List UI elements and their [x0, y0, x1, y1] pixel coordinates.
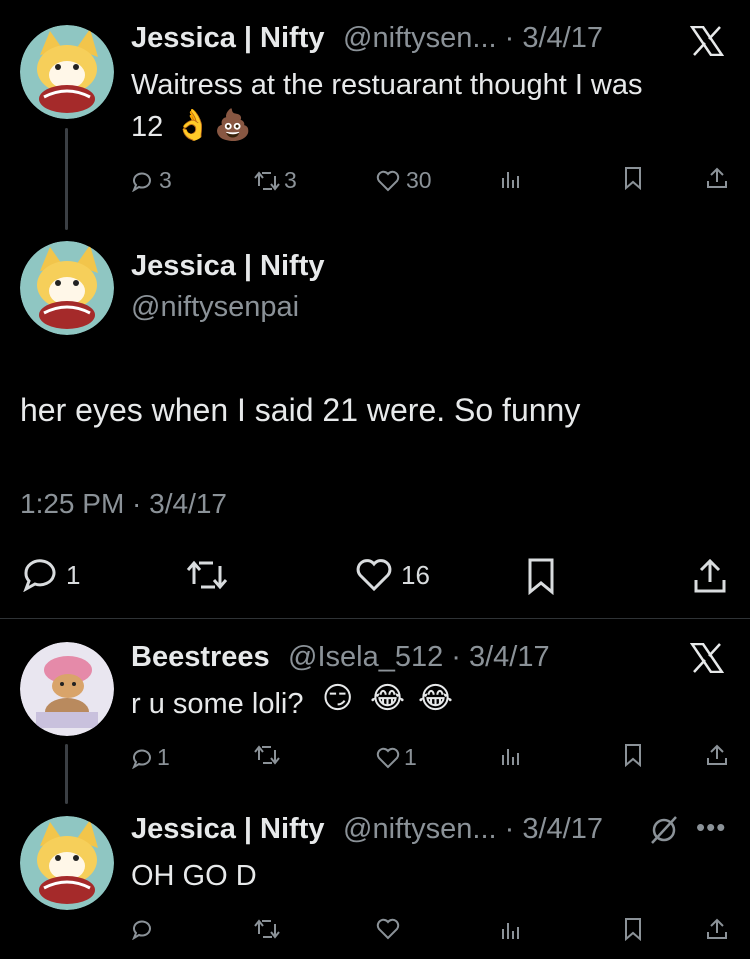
avatar-beestrees[interactable]: [20, 642, 114, 736]
reply-count: 3: [159, 167, 172, 193]
heart-icon: [356, 559, 392, 592]
heart-icon: [376, 170, 400, 191]
tweet-timestamp[interactable]: 1:25 PM · 3/4/17: [20, 488, 227, 520]
like-button[interactable]: 1: [376, 744, 417, 771]
ok-hand-emoji-icon: 👌: [174, 109, 212, 142]
reply-icon: [132, 749, 151, 769]
repost-button[interactable]: [254, 918, 280, 940]
thread-line: [65, 744, 68, 804]
views-chart-icon: [502, 749, 519, 765]
bookmark-button[interactable]: [623, 166, 643, 190]
reply-button[interactable]: [131, 918, 153, 940]
laughing-emoji-icon: 😂: [370, 682, 406, 715]
laughing-emoji-icon: 😂: [418, 682, 454, 715]
reply-icon: [23, 559, 56, 592]
handle-date[interactable]: @niftysen... · 3/4/17: [343, 813, 603, 846]
repost-icon: [186, 560, 228, 590]
reply-button[interactable]: 3: [131, 167, 172, 194]
author-handle[interactable]: @niftysenpai: [131, 291, 299, 324]
bookmark-icon: [625, 744, 641, 767]
reply-icon: [132, 920, 151, 940]
handle-date[interactable]: @niftysen... · 3/4/17: [343, 22, 603, 55]
like-count: 30: [406, 167, 432, 193]
share-button[interactable]: [693, 557, 727, 595]
author-name[interactable]: Beestrees: [131, 641, 270, 674]
tweet-text: r u some loli?: [131, 688, 304, 720]
repost-button[interactable]: [254, 744, 280, 766]
x-logo-icon[interactable]: [690, 26, 724, 56]
heart-icon: [376, 918, 400, 940]
share-icon: [707, 167, 727, 188]
bookmark-icon: [528, 558, 554, 595]
reply-count: 1: [157, 744, 170, 770]
smirk-emoji-icon: 😏: [322, 682, 354, 715]
thread-line: [65, 128, 68, 230]
like-count: 1: [404, 744, 417, 770]
grok-icon[interactable]: [648, 815, 680, 845]
views-chart-icon: [502, 923, 519, 939]
repost-icon: [254, 919, 280, 939]
repost-button[interactable]: 3: [254, 167, 297, 194]
share-button[interactable]: [706, 917, 728, 941]
share-button[interactable]: [706, 166, 728, 190]
x-logo-icon[interactable]: [690, 643, 724, 673]
bookmark-icon: [625, 918, 641, 941]
avatar-jessica[interactable]: [20, 25, 114, 119]
share-icon: [707, 744, 727, 765]
like-count: 16: [401, 559, 430, 590]
tweet-text-line2: 12: [131, 111, 164, 143]
tweet-text-line1: Waitress at the restuarant thought I was: [131, 69, 643, 101]
avatar-jessica[interactable]: [20, 816, 114, 910]
like-button[interactable]: [376, 918, 400, 940]
divider: [0, 618, 750, 619]
poo-emoji-icon: 💩: [214, 109, 252, 142]
author-name[interactable]: Jessica | Nifty: [131, 250, 325, 283]
bookmark-button[interactable]: [623, 743, 643, 767]
reply-icon: [132, 172, 151, 192]
views-button[interactable]: [500, 918, 522, 940]
views-button[interactable]: [500, 167, 522, 189]
reply-count: 1: [66, 559, 81, 590]
bookmark-button[interactable]: [526, 557, 556, 595]
author-name[interactable]: Jessica | Nifty: [131, 813, 325, 846]
heart-icon: [376, 747, 400, 768]
share-button[interactable]: [706, 743, 728, 767]
repost-count: 3: [284, 167, 297, 193]
like-button[interactable]: 30: [376, 167, 432, 194]
more-options-icon[interactable]: •••: [696, 812, 726, 843]
share-icon: [707, 918, 727, 939]
tweet-text: OH GO D: [131, 860, 257, 892]
author-name[interactable]: Jessica | Nifty: [131, 22, 325, 55]
tweet-text: her eyes when I said 21 were. So funny: [20, 392, 581, 428]
reply-button[interactable]: 1: [131, 744, 170, 771]
repost-button[interactable]: [186, 558, 228, 592]
repost-icon: [254, 745, 280, 765]
avatar-jessica[interactable]: [20, 241, 114, 335]
repost-icon: [254, 170, 280, 191]
bookmark-icon: [625, 167, 641, 190]
views-chart-icon: [502, 172, 519, 188]
share-icon: [694, 558, 726, 593]
reply-button[interactable]: 1: [22, 558, 80, 592]
like-button[interactable]: 16: [355, 558, 430, 592]
bookmark-button[interactable]: [623, 917, 643, 941]
handle-date[interactable]: @Isela_512 · 3/4/17: [288, 641, 550, 674]
views-button[interactable]: [500, 744, 522, 766]
